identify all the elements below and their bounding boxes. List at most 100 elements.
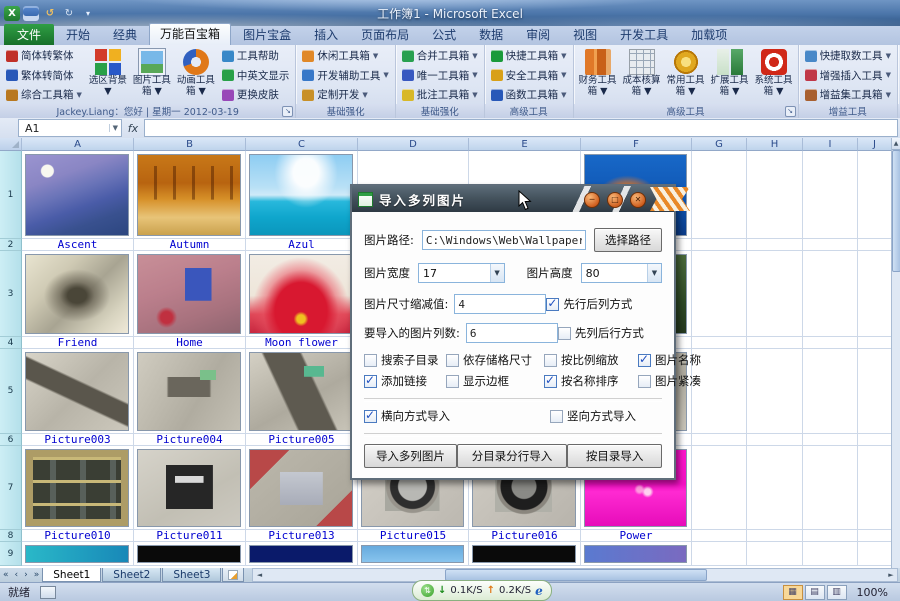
grid-cell[interactable] bbox=[747, 530, 803, 542]
sheet-tab[interactable]: Sheet2 bbox=[102, 568, 161, 582]
prev-sheet-icon[interactable]: ‹ bbox=[12, 570, 22, 580]
caption-cell[interactable]: Picture016 bbox=[469, 530, 581, 542]
scroll-up-icon[interactable]: ▲ bbox=[892, 138, 900, 150]
grid-cell[interactable] bbox=[747, 446, 803, 530]
grid-cell[interactable] bbox=[134, 251, 246, 337]
ribbon-button[interactable]: 繁体转简体 bbox=[3, 67, 85, 84]
caption-cell[interactable]: Picture010 bbox=[22, 530, 134, 542]
vertical-scroll-thumb[interactable] bbox=[892, 150, 900, 272]
sheet-tab[interactable]: Sheet3 bbox=[162, 568, 221, 582]
vertical-scrollbar[interactable]: ▲ bbox=[891, 138, 900, 568]
import-by-directory-button[interactable]: 按目录导入 bbox=[567, 444, 662, 468]
normal-view-button[interactable]: ▦ bbox=[783, 585, 803, 600]
grid-cell[interactable] bbox=[747, 251, 803, 337]
ribbon-button[interactable]: 快捷取数工具▼ bbox=[802, 47, 894, 64]
grid-cell[interactable] bbox=[134, 151, 246, 239]
ribbon-button[interactable]: 唯一工具箱▼ bbox=[399, 67, 481, 84]
grid-cell[interactable] bbox=[858, 434, 892, 446]
grid-cell[interactable] bbox=[246, 151, 358, 239]
caption-cell[interactable]: Picture003 bbox=[22, 434, 134, 446]
grid-cell[interactable] bbox=[803, 239, 858, 251]
caption-cell[interactable]: Picture015 bbox=[358, 530, 469, 542]
grid-cell[interactable] bbox=[858, 530, 892, 542]
grid-cell[interactable] bbox=[747, 239, 803, 251]
ribbon-button[interactable]: 安全工具箱▼ bbox=[488, 67, 570, 84]
tab[interactable]: 经典 bbox=[102, 24, 148, 45]
column-header[interactable]: B bbox=[134, 138, 246, 151]
grid-cell[interactable] bbox=[858, 446, 892, 530]
caption-cell[interactable]: Power bbox=[581, 530, 692, 542]
grid-cell[interactable] bbox=[747, 349, 803, 434]
column-header[interactable]: E bbox=[469, 138, 581, 151]
option-checkbox[interactable]: 显示边框 bbox=[446, 373, 542, 389]
grid-cell[interactable] bbox=[747, 434, 803, 446]
grid-cell[interactable] bbox=[858, 251, 892, 337]
column-header[interactable]: H bbox=[747, 138, 803, 151]
next-sheet-icon[interactable]: › bbox=[21, 570, 31, 580]
column-header[interactable]: A bbox=[22, 138, 134, 151]
formula-input[interactable] bbox=[144, 119, 898, 137]
grid-cell[interactable] bbox=[803, 542, 858, 566]
grid-cell[interactable] bbox=[747, 542, 803, 566]
ribbon-button[interactable]: 综合工具箱▼ bbox=[3, 86, 85, 103]
tab[interactable]: 插入 bbox=[303, 24, 349, 45]
page-break-view-button[interactable]: ▥ bbox=[827, 585, 847, 600]
grid-cell[interactable] bbox=[246, 251, 358, 337]
caption-cell[interactable]: Picture004 bbox=[134, 434, 246, 446]
height-select[interactable]: 80▼ bbox=[581, 263, 662, 283]
column-header[interactable]: I bbox=[803, 138, 858, 151]
grid-cell[interactable] bbox=[22, 542, 134, 566]
macro-record-icon[interactable] bbox=[40, 586, 56, 599]
ribbon-button[interactable]: 简体转繁体 bbox=[3, 47, 85, 64]
caption-cell[interactable]: Home bbox=[134, 337, 246, 349]
ribbon-button[interactable]: 工具帮助 bbox=[219, 47, 293, 64]
chevron-down-icon[interactable]: ▼ bbox=[647, 264, 661, 282]
network-speed-widget[interactable]: ⇅ ↓ 0.1K/S ↑ 0.2K/S e bbox=[412, 580, 552, 601]
tab[interactable]: 开发工具 bbox=[609, 24, 679, 45]
grid-cell[interactable] bbox=[581, 542, 692, 566]
ribbon-button[interactable]: 增益集工具箱▼ bbox=[802, 86, 894, 103]
grid-cell[interactable] bbox=[803, 251, 858, 337]
import-by-dir-row-button[interactable]: 分目录分行导入 bbox=[457, 444, 567, 468]
row-header[interactable]: 4 bbox=[0, 337, 22, 349]
ribbon-button[interactable]: 批注工具箱▼ bbox=[399, 86, 481, 103]
option-checkbox[interactable]: 依存储格尺寸 bbox=[446, 352, 542, 368]
scroll-right-icon[interactable]: ► bbox=[885, 571, 897, 579]
row-header[interactable]: 2 bbox=[0, 239, 22, 251]
grid-cell[interactable] bbox=[858, 337, 892, 349]
shrink-input[interactable] bbox=[454, 294, 546, 314]
browse-path-button[interactable]: 选择路径 bbox=[594, 228, 662, 252]
page-layout-view-button[interactable]: ▤ bbox=[805, 585, 825, 600]
caption-cell[interactable]: Azul bbox=[246, 239, 358, 251]
path-input[interactable] bbox=[422, 230, 586, 250]
grid-cell[interactable] bbox=[692, 251, 747, 337]
column-header[interactable]: D bbox=[358, 138, 469, 151]
grid-cell[interactable] bbox=[858, 542, 892, 566]
option-checkbox[interactable]: 搜索子目录 bbox=[364, 352, 444, 368]
select-all-corner[interactable] bbox=[0, 138, 22, 151]
sheet-tab[interactable]: Sheet1 bbox=[42, 568, 101, 582]
grid-cell[interactable] bbox=[246, 446, 358, 530]
insert-function-icon[interactable]: fx bbox=[122, 122, 144, 135]
col-first-checkbox[interactable]: 先列后行方式 bbox=[558, 325, 662, 341]
option-checkbox[interactable]: 图片紧凑 bbox=[638, 373, 701, 389]
ribbon-button[interactable]: 系统工具箱 ▼ bbox=[752, 46, 796, 104]
caption-cell[interactable]: Moon flower bbox=[246, 337, 358, 349]
ribbon-button[interactable]: 图片工具箱 ▼ bbox=[130, 46, 174, 104]
grid-cell[interactable] bbox=[358, 542, 469, 566]
grid-cell[interactable] bbox=[692, 530, 747, 542]
option-checkbox[interactable]: 按比例缩放 bbox=[544, 352, 636, 368]
column-header[interactable]: C bbox=[246, 138, 358, 151]
chevron-down-icon[interactable]: ▼ bbox=[490, 264, 504, 282]
ribbon-button[interactable]: 中英文显示 bbox=[219, 67, 293, 84]
grid-cell[interactable] bbox=[692, 337, 747, 349]
tab[interactable]: 视图 bbox=[562, 24, 608, 45]
grid-cell[interactable] bbox=[858, 349, 892, 434]
ribbon-button[interactable]: 函数工具箱▼ bbox=[488, 86, 570, 103]
grid-cell[interactable] bbox=[692, 542, 747, 566]
tab[interactable]: 万能百宝箱 bbox=[149, 23, 231, 45]
ribbon-button[interactable]: 选区背景 ▼ bbox=[86, 46, 130, 104]
option-checkbox[interactable]: 按名称排序 bbox=[544, 373, 636, 389]
ribbon-button[interactable]: 休闲工具箱▼ bbox=[299, 47, 391, 64]
chevron-down-icon[interactable]: ▼ bbox=[109, 124, 121, 132]
